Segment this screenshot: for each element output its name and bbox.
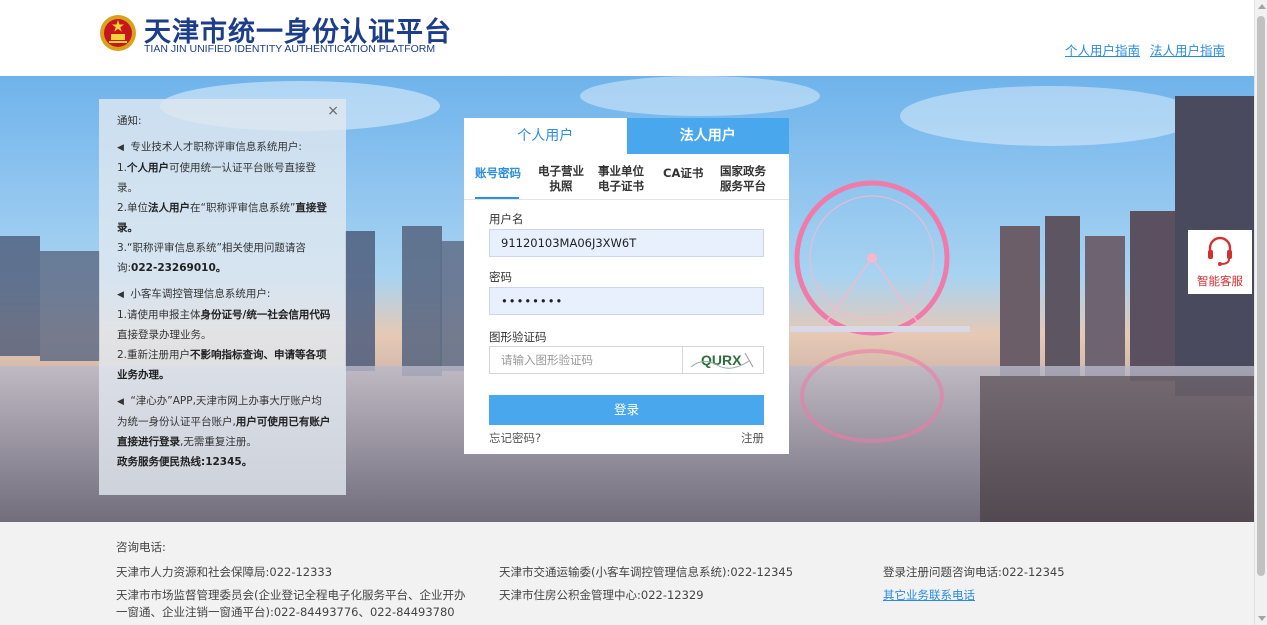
tab-business-license[interactable]: 电子营业 执照 <box>537 164 585 194</box>
scroll-down-icon[interactable] <box>1258 616 1266 621</box>
speaker-icon: ◀ <box>117 290 124 300</box>
speaker-icon: ◀ <box>117 397 124 407</box>
register-link[interactable]: 注册 <box>741 430 764 446</box>
vertical-scrollbar[interactable] <box>1254 0 1267 625</box>
notice-text: 1.请使用申报主体身份证号/统一社会信用代码直接登录办理业务。 <box>117 309 331 341</box>
tab-corporate-user[interactable]: 法人用户 <box>626 118 789 154</box>
tab-ca-certificate[interactable]: CA证书 <box>663 166 703 181</box>
national-emblem-icon <box>100 15 136 51</box>
notice-title: 通知: <box>117 115 142 127</box>
login-method-tabs: 账号密码 电子营业 执照 事业单位 电子证书 CA证书 国家政务 服务平台 <box>464 154 789 200</box>
tab-personal-user[interactable]: 个人用户 <box>464 118 627 154</box>
footer-contact: 天津市人力资源和社会保障局:022-12333 <box>116 565 333 579</box>
username-input[interactable]: 91120103MA06J3XW6T <box>489 229 764 257</box>
corporate-guide-link[interactable]: 法人用户指南 <box>1150 40 1225 59</box>
scroll-up-icon[interactable] <box>1258 4 1266 9</box>
footer: 咨询电话: 天津市人力资源和社会保障局:022-12333 天津市市场监督管理委… <box>0 522 1254 625</box>
active-tab-indicator <box>475 197 519 199</box>
footer-contact: 天津市住房公积金管理中心:022-12329 <box>499 588 704 602</box>
footer-contact: 一窗通、企业注销一窗通平台):022-84493776、022-84493780 <box>116 605 455 619</box>
password-input[interactable]: •••••••• <box>489 287 764 315</box>
notice-panel: × 通知: ◀ 专业技术人才职称评审信息系统用户: 1.个人用户可使用统一认证平… <box>99 99 346 495</box>
header: 天津市统一身份认证平台 TIAN JIN UNIFIED IDENTITY AU… <box>0 0 1254 76</box>
notice-section-1: ◀ 专业技术人才职称评审信息系统用户: <box>117 137 332 158</box>
notice-text: 2.重新注册用户不影响指标查询、申请等各项业务办理。 <box>117 349 327 381</box>
site-subtitle: TIAN JIN UNIFIED IDENTITY AUTHENTICATION… <box>144 43 436 55</box>
footer-contact: 登录注册问题咨询电话:022-12345 <box>883 565 1065 579</box>
forgot-password-link[interactable]: 忘记密码? <box>489 430 541 446</box>
captcha-input[interactable]: 请输入图形验证码 <box>489 346 683 374</box>
personal-guide-link[interactable]: 个人用户指南 <box>1065 40 1140 59</box>
other-contacts-link[interactable]: 其它业务联系电话 <box>883 587 975 603</box>
password-label: 密码 <box>489 270 512 284</box>
tab-institution-certificate[interactable]: 事业单位 电子证书 <box>597 164 645 194</box>
scroll-thumb[interactable] <box>1257 16 1265 576</box>
notice-section-3: ◀ “津心办”APP,天津市网上办事大厅账户均为统一身份认证平台账户,用户可使用… <box>117 391 332 452</box>
speaker-icon: ◀ <box>117 143 124 153</box>
captcha-text: QURX <box>701 352 742 368</box>
smart-service-label: 智能客服 <box>1197 274 1243 288</box>
notice-section-2: ◀ 小客车调控管理信息系统用户: <box>117 284 332 305</box>
captcha-image[interactable]: QURX <box>682 346 764 374</box>
footer-title: 咨询电话: <box>116 540 166 554</box>
login-button[interactable]: 登录 <box>489 395 764 425</box>
notice-text: 3.“职称评审信息系统”相关使用问题请咨询:022-23269010。 <box>117 242 306 274</box>
smart-service-button[interactable]: 智能客服 <box>1188 230 1252 294</box>
user-type-tabs: 个人用户 法人用户 <box>464 118 789 154</box>
headset-icon <box>1208 236 1232 266</box>
footer-contact: 天津市交通运输委(小客车调控管理信息系统):022-12345 <box>499 565 794 579</box>
close-icon[interactable]: × <box>327 101 339 121</box>
tab-account-password[interactable]: 账号密码 <box>475 166 521 181</box>
username-label: 用户名 <box>489 212 524 226</box>
footer-contact: 天津市市场监督管理委员会(企业登记全程电子化服务平台、企业开办 <box>116 588 466 602</box>
notice-text: 2.单位法人用户在“职称评审信息系统”直接登录。 <box>117 202 327 234</box>
notice-hotline: 政务服务便民热线:12345。 <box>117 456 253 468</box>
login-panel: 个人用户 法人用户 账号密码 电子营业 执照 事业单位 电子证书 CA证书 国家… <box>464 118 789 454</box>
notice-text: 1.个人用户可使用统一认证平台账号直接登录。 <box>117 162 317 194</box>
captcha-label: 图形验证码 <box>489 330 547 344</box>
tab-national-gov-platform[interactable]: 国家政务 服务平台 <box>719 164 767 194</box>
